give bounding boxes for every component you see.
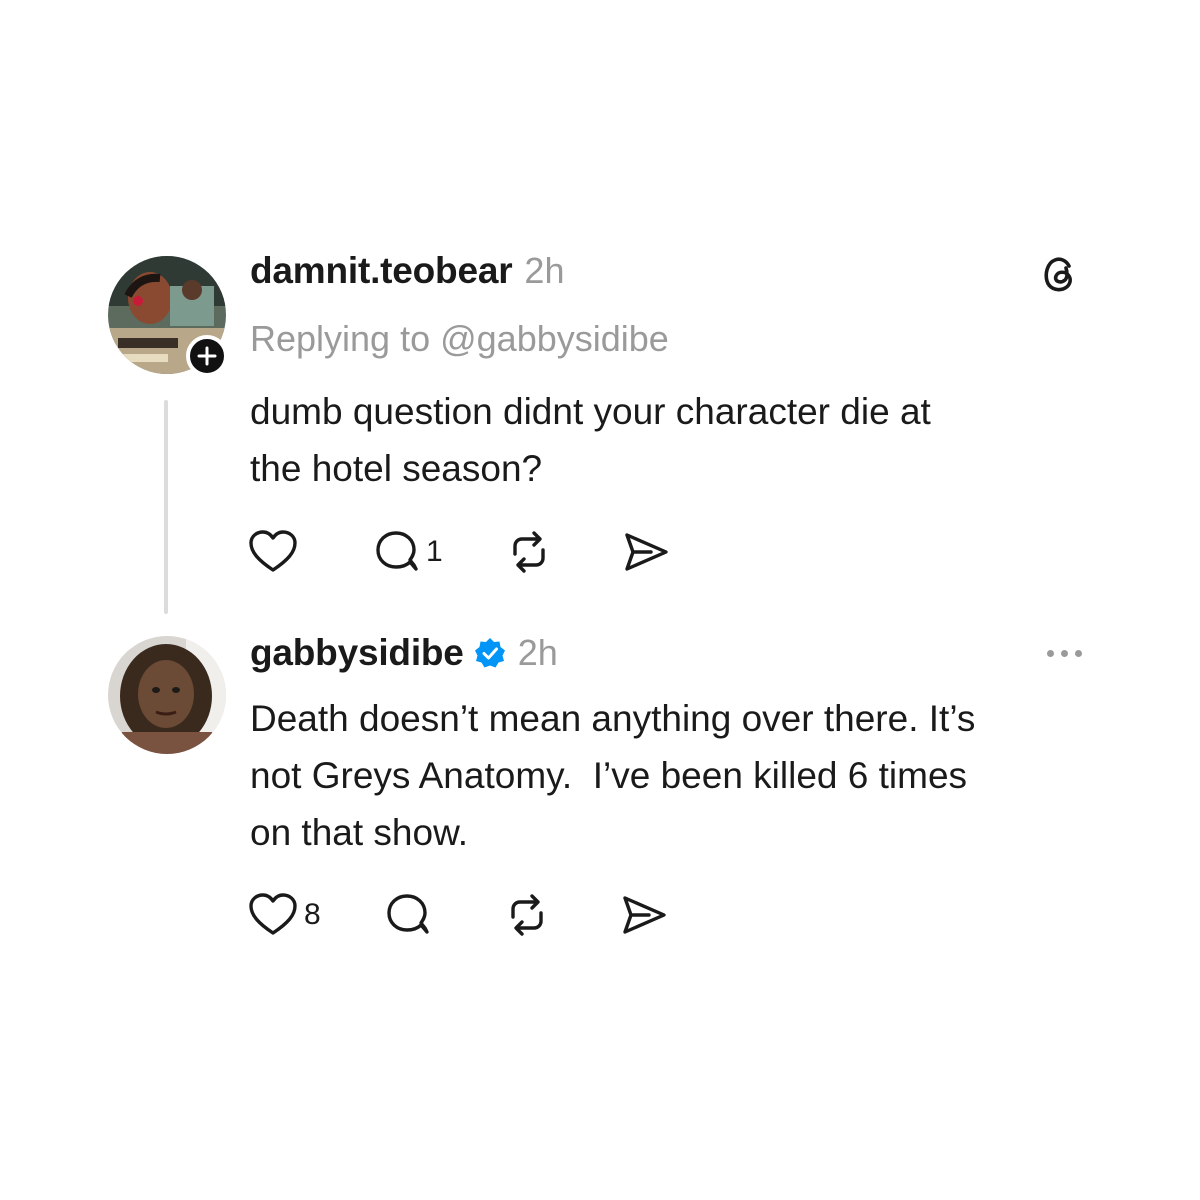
repost-icon bbox=[512, 531, 545, 573]
action-bar: 8 bbox=[248, 891, 669, 939]
more-options-icon[interactable] bbox=[1047, 650, 1082, 657]
reply-count: 1 bbox=[426, 535, 443, 568]
share-button[interactable] bbox=[621, 528, 671, 576]
username[interactable]: damnit.teobear bbox=[250, 250, 513, 292]
reply-button[interactable]: 1 bbox=[372, 528, 443, 576]
like-button[interactable]: 8 bbox=[248, 892, 321, 938]
send-icon bbox=[624, 533, 668, 571]
replying-to-label[interactable]: Replying to @gabbysidibe bbox=[250, 318, 669, 360]
like-button[interactable] bbox=[248, 529, 304, 575]
heart-icon bbox=[249, 530, 297, 572]
action-bar: 1 bbox=[248, 528, 671, 576]
share-button[interactable] bbox=[619, 891, 669, 939]
repost-button[interactable] bbox=[505, 528, 553, 576]
heart-icon bbox=[249, 893, 297, 935]
timestamp: 2h bbox=[524, 250, 565, 291]
post-text: Death doesn’t mean anything over there. … bbox=[250, 698, 976, 853]
post-header: gabbysidibe 2h bbox=[250, 632, 558, 674]
threads-logo-icon bbox=[1038, 252, 1082, 296]
user-avatar[interactable] bbox=[108, 636, 226, 754]
follow-plus-button[interactable] bbox=[186, 335, 228, 377]
timestamp: 2h bbox=[517, 632, 558, 673]
verified-badge-icon bbox=[474, 637, 506, 669]
post-text: dumb question didnt your character die a… bbox=[250, 391, 931, 489]
thread-connector-line bbox=[164, 400, 168, 614]
send-icon bbox=[622, 896, 666, 934]
comment-icon bbox=[376, 531, 418, 571]
repost-icon bbox=[510, 894, 543, 936]
like-count: 8 bbox=[304, 898, 321, 931]
reply-button[interactable] bbox=[383, 891, 437, 939]
username[interactable]: gabbysidibe bbox=[250, 632, 464, 674]
post-header: damnit.teobear 2h bbox=[250, 250, 564, 292]
comment-icon bbox=[386, 894, 429, 934]
repost-button[interactable] bbox=[503, 891, 551, 939]
plus-icon bbox=[197, 346, 217, 366]
